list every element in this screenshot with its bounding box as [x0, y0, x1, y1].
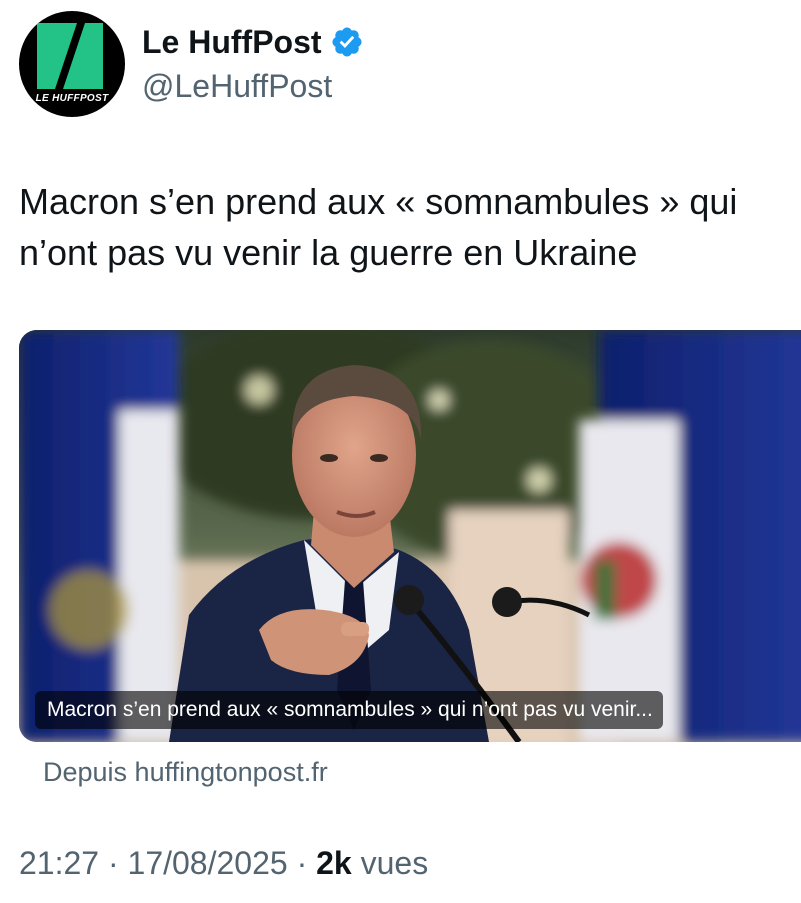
meta-separator: · [287, 845, 317, 881]
views-label: vues [360, 845, 429, 881]
tweet-time[interactable]: 21:27 [19, 845, 99, 881]
account-handle[interactable]: @LeHuffPost [142, 66, 332, 106]
huffpost-logo-icon [37, 23, 103, 89]
link-card[interactable]: Macron s’en prend aux « somnambules » qu… [19, 330, 801, 742]
verified-badge-icon[interactable] [330, 25, 364, 59]
article-photo [19, 330, 801, 742]
tweet-date[interactable]: 17/08/2025 [128, 845, 288, 881]
meta-separator: · [99, 845, 128, 881]
avatar-logo-text: LE HUFFPOST [35, 93, 109, 104]
card-caption: Macron s’en prend aux « somnambules » qu… [35, 691, 663, 729]
display-name[interactable]: Le HuffPost [142, 22, 322, 62]
tweet-meta: 21:27 · 17/08/2025 · 2k vues [19, 841, 428, 885]
tweet-text: Macron s’en prend aux « somnambules » qu… [19, 181, 738, 273]
card-source-link[interactable]: Depuis huffingtonpost.fr [43, 752, 328, 792]
views-count: 2k [316, 845, 352, 881]
account-name-row: Le HuffPost [142, 22, 364, 62]
avatar[interactable]: LE HUFFPOST [19, 11, 125, 117]
